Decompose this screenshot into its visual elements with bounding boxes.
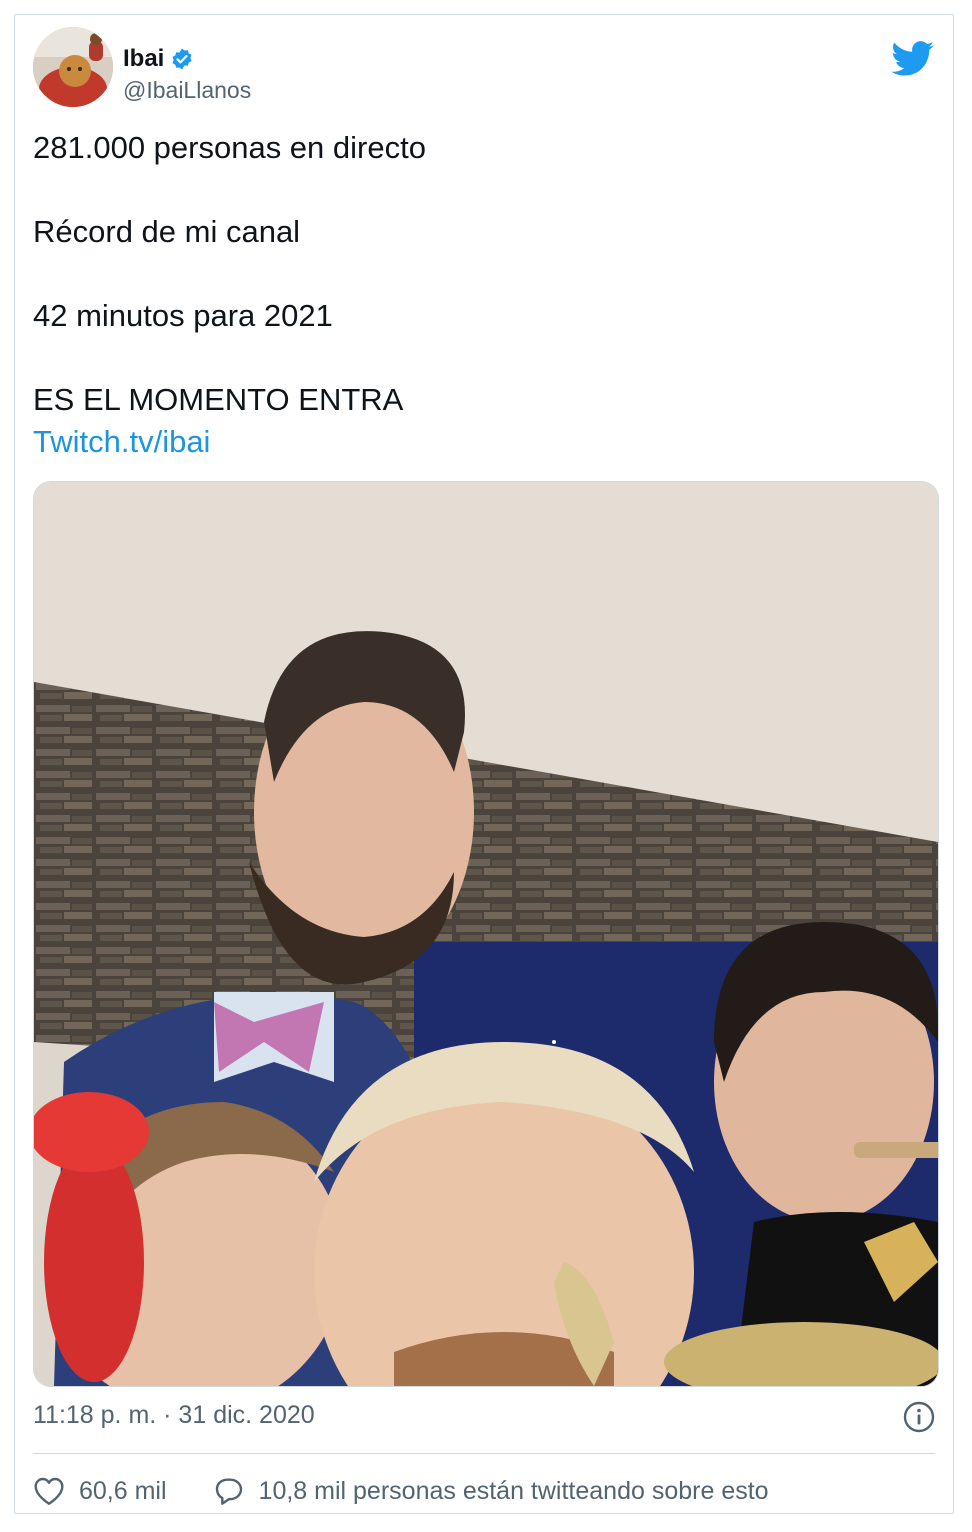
likes-count: 60,6 mil (79, 1476, 167, 1505)
tweet-header: Ibai @IbaiLlanos (33, 27, 935, 107)
author-avatar[interactable] (33, 27, 113, 107)
tweet-text-line: ES EL MOMENTO ENTRA (33, 382, 404, 417)
conversation-text: 10,8 mil personas están twitteando sobre… (258, 1476, 769, 1505)
like-button[interactable]: 60,6 mil (33, 1476, 167, 1506)
heart-icon (34, 1477, 64, 1505)
tweet-card: Ibai @IbaiLlanos 281.000 personas en dir… (14, 14, 954, 1514)
tweet-photo[interactable] (33, 481, 939, 1387)
tweet-text-line: 42 minutos para 2021 (33, 298, 333, 333)
avatar-image (33, 27, 113, 107)
author-display-name[interactable]: Ibai (123, 45, 164, 73)
divider (33, 1453, 935, 1454)
info-icon[interactable] (903, 1401, 935, 1433)
twitch-link[interactable]: Twitch.tv/ibai (33, 424, 210, 459)
tweet-text: 281.000 personas en directo Récord de mi… (33, 127, 935, 463)
author-handle[interactable]: @IbaiLlanos (123, 77, 251, 104)
tweet-timestamp[interactable]: 11:18 p. m. · 31 dic. 2020 (33, 1401, 315, 1430)
tweet-text-line: Récord de mi canal (33, 214, 301, 249)
tweet-actions: 60,6 mil 10,8 mil personas están twittea… (33, 1471, 769, 1511)
author-info: Ibai @IbaiLlanos (123, 45, 251, 104)
verified-badge-icon (172, 48, 192, 70)
twitter-bird-icon[interactable] (891, 41, 935, 77)
reply-bubble-icon (215, 1478, 242, 1505)
conversation-link[interactable]: 10,8 mil personas están twitteando sobre… (213, 1476, 769, 1506)
tweet-text-line: 281.000 personas en directo (33, 130, 426, 165)
selfie-photo-illustration (34, 482, 938, 1386)
